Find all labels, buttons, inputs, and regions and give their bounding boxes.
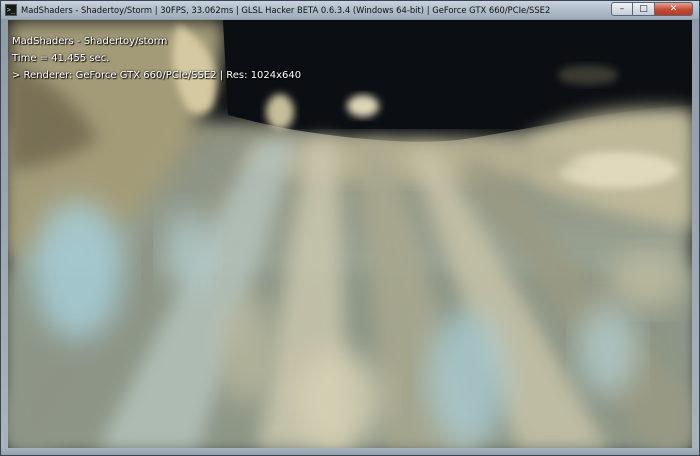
close-button[interactable]: ✕: [655, 2, 693, 16]
terminal-icon[interactable]: >_: [5, 4, 17, 16]
hud-time: Time = 41.455 sec.: [12, 53, 110, 64]
hud-title: MadShaders - Shadertoy/storm: [12, 36, 168, 47]
hud-overlay: MadShaders - Shadertoy/storm Time = 41.4…: [12, 33, 301, 84]
minimize-button[interactable]: –: [611, 2, 633, 16]
maximize-button[interactable]: □: [633, 2, 655, 16]
storm-render: [8, 20, 692, 449]
render-viewport[interactable]: MadShaders - Shadertoy/storm Time = 41.4…: [8, 20, 692, 449]
hud-renderer: > Renderer: GeForce GTX 660/PCIe/SSE2 | …: [12, 70, 302, 81]
window-title: MadShaders - Shadertoy/Storm | 30FPS, 33…: [21, 5, 551, 15]
app-window: >_ MadShaders - Shadertoy/Storm | 30FPS,…: [0, 0, 700, 456]
window-controls: – □ ✕: [611, 2, 693, 17]
window-frame-bottom: [1, 448, 699, 455]
title-bar[interactable]: >_ MadShaders - Shadertoy/Storm | 30FPS,…: [1, 1, 699, 19]
